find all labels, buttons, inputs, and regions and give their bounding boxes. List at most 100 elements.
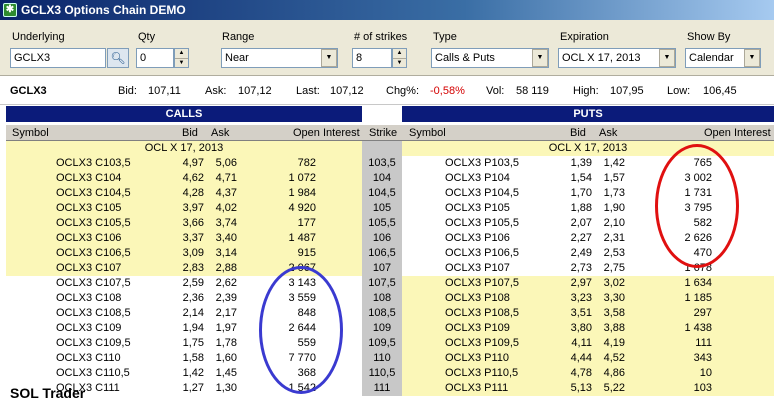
table-row[interactable]: OCLX3 C110,5 1,42 1,45 368 xyxy=(6,366,362,381)
strike-cell: 109 xyxy=(362,321,402,336)
table-row[interactable]: OCLX3 P104 1,54 1,57 3 002 xyxy=(402,171,774,186)
call-ask: 2,88 xyxy=(215,262,237,274)
table-row[interactable]: OCLX3 P106,5 2,49 2,53 470 xyxy=(402,246,774,261)
table-row[interactable]: OCLX3 P111 5,13 5,22 103 xyxy=(402,381,774,396)
put-symbol: OCLX3 P110,5 xyxy=(445,367,519,379)
table-row[interactable]: OCLX3 C108,5 2,14 2,17 848 xyxy=(6,306,362,321)
table-row[interactable]: OCLX3 P110 4,44 4,52 343 xyxy=(402,351,774,366)
call-bid: 2,83 xyxy=(182,262,204,274)
table-row[interactable]: OCLX3 P109 3,80 3,88 1 438 xyxy=(402,321,774,336)
table-row[interactable]: OCLX3 C103,5 4,97 5,06 782 xyxy=(6,156,362,171)
table-row[interactable]: OCLX3 C105,5 3,66 3,74 177 xyxy=(6,216,362,231)
strike-col[interactable]: Strike xyxy=(369,127,397,139)
table-row[interactable]: OCLX3 C107,5 2,59 2,62 3 143 xyxy=(6,276,362,291)
puts-expiry-group[interactable]: OCL X 17, 2013 xyxy=(402,141,774,156)
call-open-interest: 1 984 xyxy=(288,187,316,199)
stepper-down-icon[interactable]: ▼ xyxy=(393,58,406,67)
call-symbol: OCLX3 C103,5 xyxy=(56,157,131,169)
put-bid: 5,13 xyxy=(570,382,592,394)
puts-bid-col[interactable]: Bid xyxy=(570,127,586,139)
call-symbol: OCLX3 C105,5 xyxy=(56,217,131,229)
table-row[interactable]: OCLX3 C104 4,62 4,71 1 072 xyxy=(6,171,362,186)
low-label: Low: xyxy=(667,85,691,97)
table-row[interactable]: OCLX3 P106 2,27 2,31 2 626 xyxy=(402,231,774,246)
strike-cell: 108,5 xyxy=(362,306,402,321)
stepper-down-icon[interactable]: ▼ xyxy=(175,58,188,67)
call-symbol: OCLX3 C107 xyxy=(56,262,122,274)
put-bid: 1,39 xyxy=(570,157,592,169)
puts-ask-col[interactable]: Ask xyxy=(599,127,617,139)
table-row[interactable]: OCLX3 P108,5 3,51 3,58 297 xyxy=(402,306,774,321)
strike-cell: 110,5 xyxy=(362,366,402,381)
table-row[interactable]: OCLX3 C109 1,94 1,97 2 644 xyxy=(6,321,362,336)
vol-label: Vol: xyxy=(486,85,505,97)
table-row[interactable]: OCLX3 P108 3,23 3,30 1 185 xyxy=(402,291,774,306)
calls-ask-col[interactable]: Ask xyxy=(211,127,229,139)
put-ask: 1,90 xyxy=(603,202,625,214)
call-ask: 4,71 xyxy=(215,172,237,184)
symbol-search-button[interactable]: 🔍︎ xyxy=(107,48,129,68)
table-row[interactable]: OCLX3 C109,5 1,75 1,78 559 xyxy=(6,336,362,351)
call-symbol: OCLX3 C110,5 xyxy=(56,367,130,379)
table-row[interactable]: OCLX3 P107,5 2,97 3,02 1 634 xyxy=(402,276,774,291)
magnifier-icon: 🔍︎ xyxy=(110,51,126,65)
put-symbol: OCLX3 P104,5 xyxy=(445,187,519,199)
strike-header-spacer xyxy=(362,106,402,122)
table-row[interactable]: OCLX3 C106,5 3,09 3,14 915 xyxy=(6,246,362,261)
table-row[interactable]: OCLX3 P109,5 4,11 4,19 111 xyxy=(402,336,774,351)
table-row[interactable]: OCLX3 P105 1,88 1,90 3 795 xyxy=(402,201,774,216)
qty-stepper[interactable]: ▲ ▼ xyxy=(174,48,189,68)
strike-value: 105,5 xyxy=(368,217,396,229)
strike-column-header: Strike xyxy=(362,124,402,141)
table-row[interactable]: OCLX3 C106 3,37 3,40 1 487 xyxy=(6,231,362,246)
puts-oi-col[interactable]: Open Interest xyxy=(704,127,771,139)
table-row[interactable]: OCLX3 C108 2,36 2,39 3 559 xyxy=(6,291,362,306)
strikes-input[interactable]: 8 xyxy=(352,48,392,68)
stepper-up-icon[interactable]: ▲ xyxy=(175,49,188,58)
put-open-interest: 1 438 xyxy=(684,322,712,334)
range-dropdown-icon[interactable]: ▼ xyxy=(321,49,337,67)
qty-input[interactable]: 0 xyxy=(136,48,174,68)
table-row[interactable]: OCLX3 P107 2,73 2,75 1 678 xyxy=(402,261,774,276)
table-row[interactable]: OCLX3 P104,5 1,70 1,73 1 731 xyxy=(402,186,774,201)
table-row[interactable]: OCLX3 P110,5 4,78 4,86 10 xyxy=(402,366,774,381)
put-bid: 4,11 xyxy=(571,337,592,349)
put-ask: 1,73 xyxy=(603,187,625,199)
call-symbol: OCLX3 C110 xyxy=(56,352,121,364)
call-bid: 2,59 xyxy=(182,277,204,289)
call-bid: 4,62 xyxy=(182,172,204,184)
call-symbol: OCLX3 C104 xyxy=(56,172,122,184)
calls-expiry-label: OCL X 17, 2013 xyxy=(144,142,224,154)
call-open-interest: 782 xyxy=(297,157,316,169)
type-dropdown-icon[interactable]: ▼ xyxy=(532,49,548,67)
strike-value: 105 xyxy=(372,202,392,214)
call-ask: 1,78 xyxy=(215,337,237,349)
puts-symbol-col[interactable]: Symbol xyxy=(409,127,446,139)
table-row[interactable]: OCLX3 C110 1,58 1,60 7 770 xyxy=(6,351,362,366)
put-ask: 2,53 xyxy=(603,247,625,259)
table-row[interactable]: OCLX3 C104,5 4,28 4,37 1 984 xyxy=(6,186,362,201)
call-symbol: OCLX3 C105 xyxy=(56,202,122,214)
table-row[interactable]: OCLX3 P105,5 2,07 2,10 582 xyxy=(402,216,774,231)
calls-oi-col[interactable]: Open Interest xyxy=(293,127,360,139)
calls-symbol-col[interactable]: Symbol xyxy=(12,127,49,139)
strikes-stepper[interactable]: ▲ ▼ xyxy=(392,48,407,68)
table-row[interactable]: OCLX3 C107 2,83 2,88 2 067 xyxy=(6,261,362,276)
stepper-up-icon[interactable]: ▲ xyxy=(393,49,406,58)
call-open-interest: 1 487 xyxy=(288,232,316,244)
underlying-input[interactable]: GCLX3 xyxy=(10,48,106,68)
calls-bid-col[interactable]: Bid xyxy=(182,127,198,139)
put-symbol: OCLX3 P103,5 xyxy=(445,157,519,169)
put-ask: 1,57 xyxy=(603,172,625,184)
showby-dropdown-icon[interactable]: ▼ xyxy=(744,49,760,67)
call-open-interest: 177 xyxy=(297,217,316,229)
expiration-dropdown-icon[interactable]: ▼ xyxy=(659,49,675,67)
put-symbol: OCLX3 P110 xyxy=(445,352,510,364)
calls-expiry-group[interactable]: OCL X 17, 2013 xyxy=(6,141,362,156)
table-row[interactable]: OCLX3 P103,5 1,39 1,42 765 xyxy=(402,156,774,171)
table-row[interactable]: OCLX3 C105 3,97 4,02 4 920 xyxy=(6,201,362,216)
put-bid: 1,88 xyxy=(570,202,592,214)
put-ask: 2,75 xyxy=(603,262,625,274)
sol-trader-label: SOL Trader xyxy=(10,385,86,401)
call-bid: 2,14 xyxy=(182,307,204,319)
